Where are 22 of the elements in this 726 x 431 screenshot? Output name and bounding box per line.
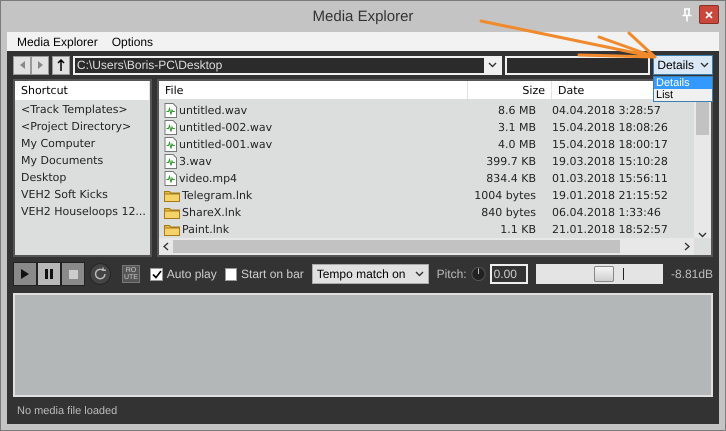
file-size: 840 bytes (480, 206, 537, 220)
file-date: 04.04.2018 3:28:57 (551, 104, 662, 118)
file-size: 399.7 KB (485, 155, 537, 168)
file-size: 1.1 KB (499, 223, 537, 236)
window-title: Media Explorer (312, 8, 414, 25)
file-date: 06.04.2018 1:33:46 (551, 206, 662, 220)
checkbox-label: Auto play (166, 267, 217, 281)
file-date: 19.03.2018 15:10:28 (551, 155, 669, 168)
checkbox-label: Start on bar (241, 267, 304, 281)
pitch-label: Pitch: (436, 267, 467, 281)
file-date: 15.04.2018 18:00:17 (551, 138, 669, 152)
volume-reading: -8.81dB (670, 267, 714, 281)
file-date: 19.01.2018 21:15:52 (551, 189, 669, 202)
file-size: 8.6 MB (496, 104, 537, 118)
file-date: 21.01.2018 18:52:57 (551, 223, 669, 236)
file-size: 834.4 KB (485, 172, 537, 186)
file-date: 01.03.2018 15:56:11 (551, 172, 669, 186)
file-date: 15.04.2018 18:08:26 (551, 121, 669, 134)
file-size: 4.0 MB (496, 138, 537, 152)
file-size: 1004 bytes (473, 189, 537, 202)
file-size: 3.1 MB (496, 121, 537, 134)
status-text: No media file loaded (17, 404, 118, 416)
